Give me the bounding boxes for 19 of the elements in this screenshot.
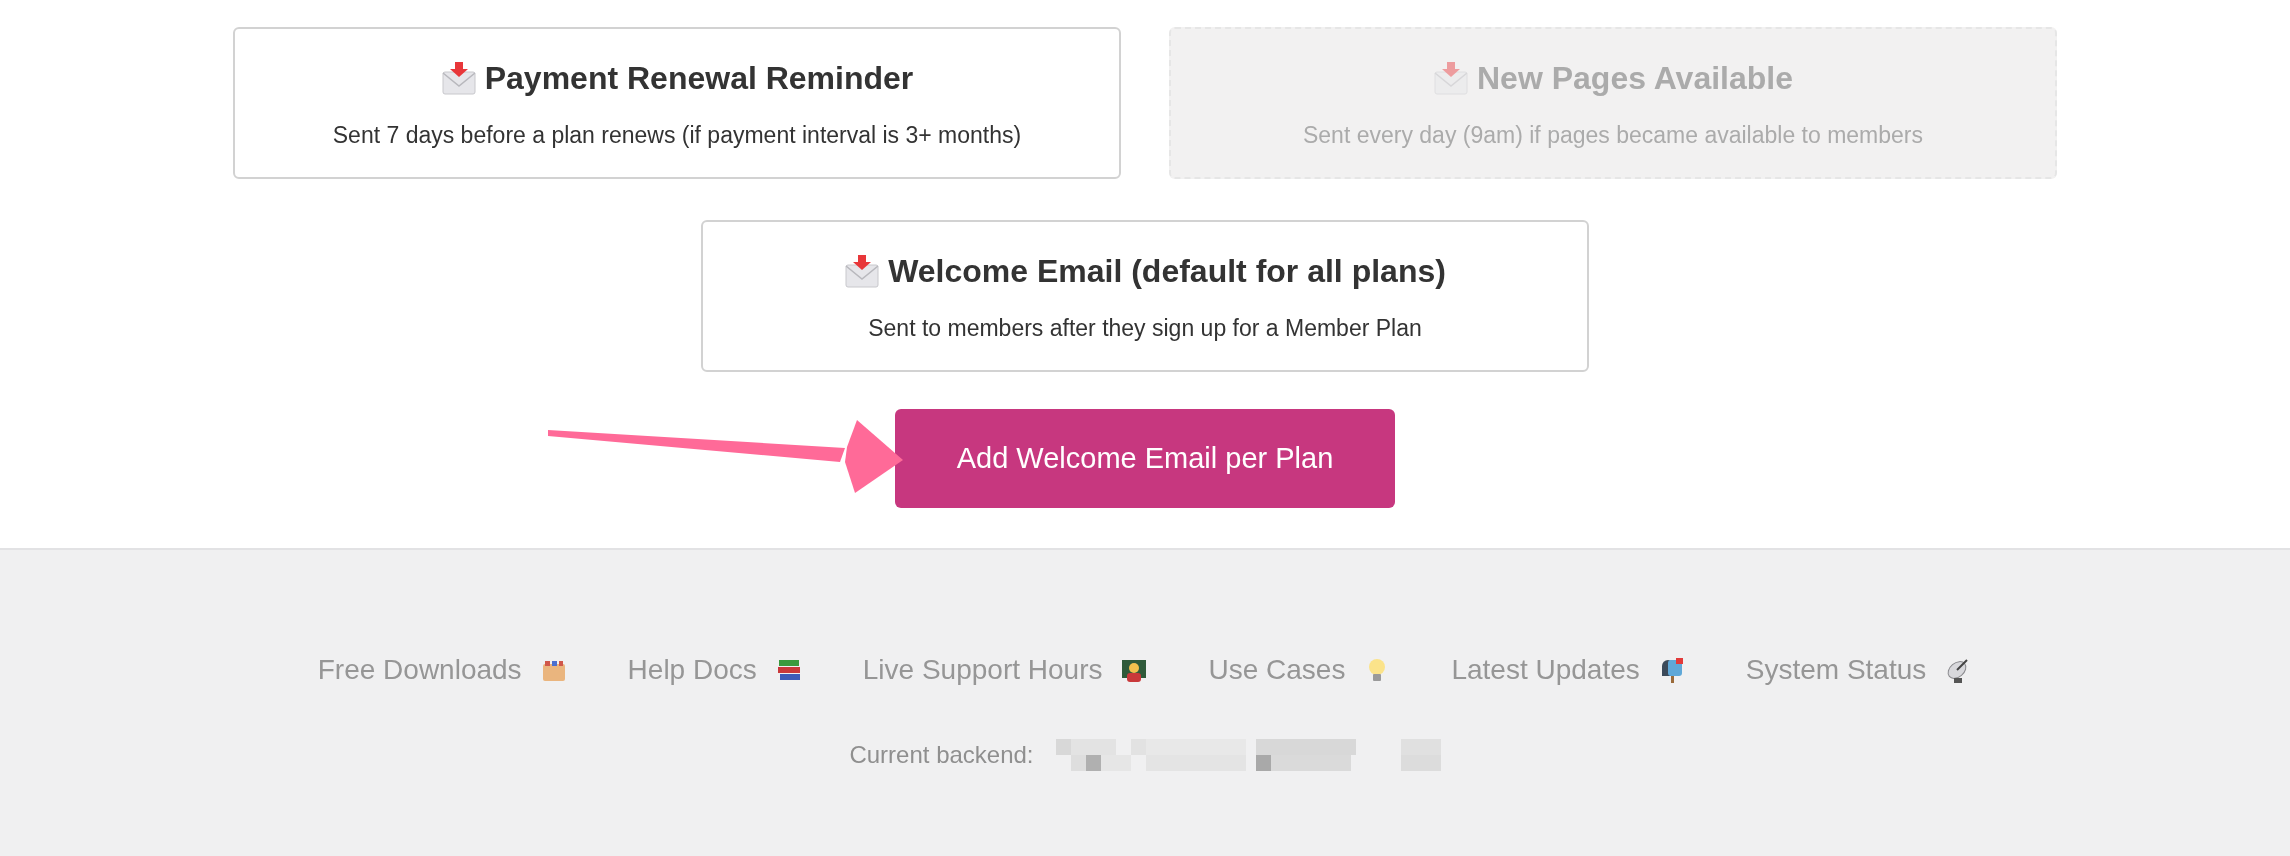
footer-link[interactable]: Use Cases [1208, 649, 1346, 691]
email-card[interactable]: Payment Renewal Reminder Sent 7 days before a plan renews (if payment interval is 3+ months) [233, 27, 1121, 179]
envelope-icon [844, 252, 881, 289]
card-title: New Pages Available [1477, 58, 1793, 98]
card-title: Payment Renewal Reminder [484, 58, 914, 98]
footer-link[interactable]: Free Downloads [317, 649, 522, 691]
envelope-icon [1433, 59, 1469, 96]
footer-link[interactable]: Live Support Hours [862, 649, 1103, 691]
backend-label: Current backend: [849, 740, 1034, 770]
footer-link[interactable]: Latest Updates [1451, 649, 1640, 691]
add-email-button[interactable]: Add Welcome Email per Plan [895, 409, 1395, 508]
footer-link[interactable]: System Status [1745, 649, 1927, 691]
card-description: Sent to members after they sign up for a Member Plan [868, 313, 1422, 343]
card-title: Welcome Email (default for all plans) [888, 251, 1446, 291]
card-description: Sent 7 days before a plan renews (if payment interval is 3+ months) [332, 120, 1022, 150]
footer-link[interactable]: Help Docs [627, 649, 757, 691]
envelope-icon [440, 59, 477, 96]
email-card[interactable]: Welcome Email (default for all plans) Sent to members after they sign up for a Member Plan [701, 220, 1589, 372]
card-description: Sent every day (9am) if pages became available to members [1303, 120, 1923, 150]
